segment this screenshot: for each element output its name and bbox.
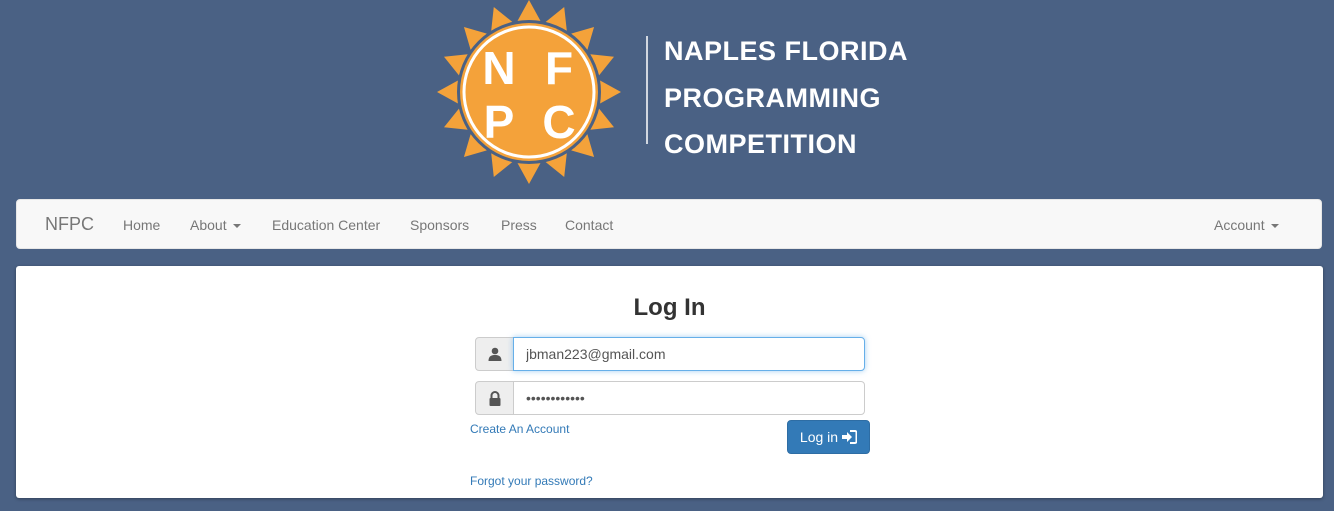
password-input-group [475, 381, 865, 415]
logo-letter-p: P [484, 96, 515, 148]
logo-title: NAPLES FLORIDA PROGRAMMING COMPETITION [664, 28, 908, 168]
nav-item-contact-label: Contact [565, 217, 614, 233]
site-header: N F P C NAPLES FLORIDA PROGRAMMING COMPE… [0, 0, 1334, 198]
logo-title-line-2: PROGRAMMING [664, 82, 881, 113]
logo-letter-f: F [545, 42, 573, 94]
user-icon [488, 347, 501, 361]
nav-item-account-label: Account [1214, 217, 1265, 233]
login-panel: Log In Create An Account Log in Forgot y… [16, 266, 1323, 498]
caret-down-icon [1270, 224, 1279, 229]
nav-brand[interactable]: NFPC [45, 214, 94, 235]
logo-letter-n: N [482, 42, 515, 94]
lock-addon [475, 381, 514, 415]
nav-item-about[interactable]: About [190, 217, 241, 233]
nav-item-education-center-label: Education Center [272, 217, 381, 233]
sun-ray [437, 80, 458, 104]
email-field[interactable] [513, 337, 865, 371]
sun-ray [600, 80, 621, 104]
forgot-password-link[interactable]: Forgot your password? [470, 474, 593, 488]
password-field[interactable] [513, 381, 865, 415]
sign-in-icon [842, 430, 858, 444]
user-addon [475, 337, 514, 371]
email-input-group [475, 337, 865, 371]
login-button-label: Log in [799, 429, 839, 445]
create-account-link[interactable]: Create An Account [470, 422, 569, 436]
nav-item-sponsors-label: Sponsors [410, 217, 470, 233]
nav-item-sponsors[interactable]: Sponsors [410, 217, 469, 233]
nav-item-press-label: Press [501, 217, 537, 233]
caret-down-icon [232, 224, 241, 229]
nav-item-contact[interactable]: Contact [565, 217, 613, 233]
nav-item-press[interactable]: Press [501, 217, 537, 233]
login-title: Log In [633, 294, 706, 321]
nav-item-education-center[interactable]: Education Center [272, 217, 380, 233]
nfpc-sun-logo[interactable]: N F P C [437, 0, 621, 184]
logo-letter-c: C [542, 96, 575, 148]
nav-item-home-label: Home [123, 217, 161, 233]
main-navbar: NFPC Home About Education Center Sponsor… [16, 199, 1322, 249]
nav-item-account[interactable]: Account [1214, 217, 1279, 233]
logo-title-line-3: COMPETITION [664, 129, 857, 159]
nav-item-about-label: About [190, 217, 227, 233]
login-button[interactable]: Log in [787, 420, 870, 454]
logo-title-line-1: NAPLES FLORIDA [664, 36, 909, 66]
sun-ray [517, 163, 541, 184]
nav-item-home[interactable]: Home [123, 217, 160, 233]
lock-icon [489, 390, 500, 406]
logo-divider [646, 36, 648, 144]
sun-ray [517, 0, 541, 21]
